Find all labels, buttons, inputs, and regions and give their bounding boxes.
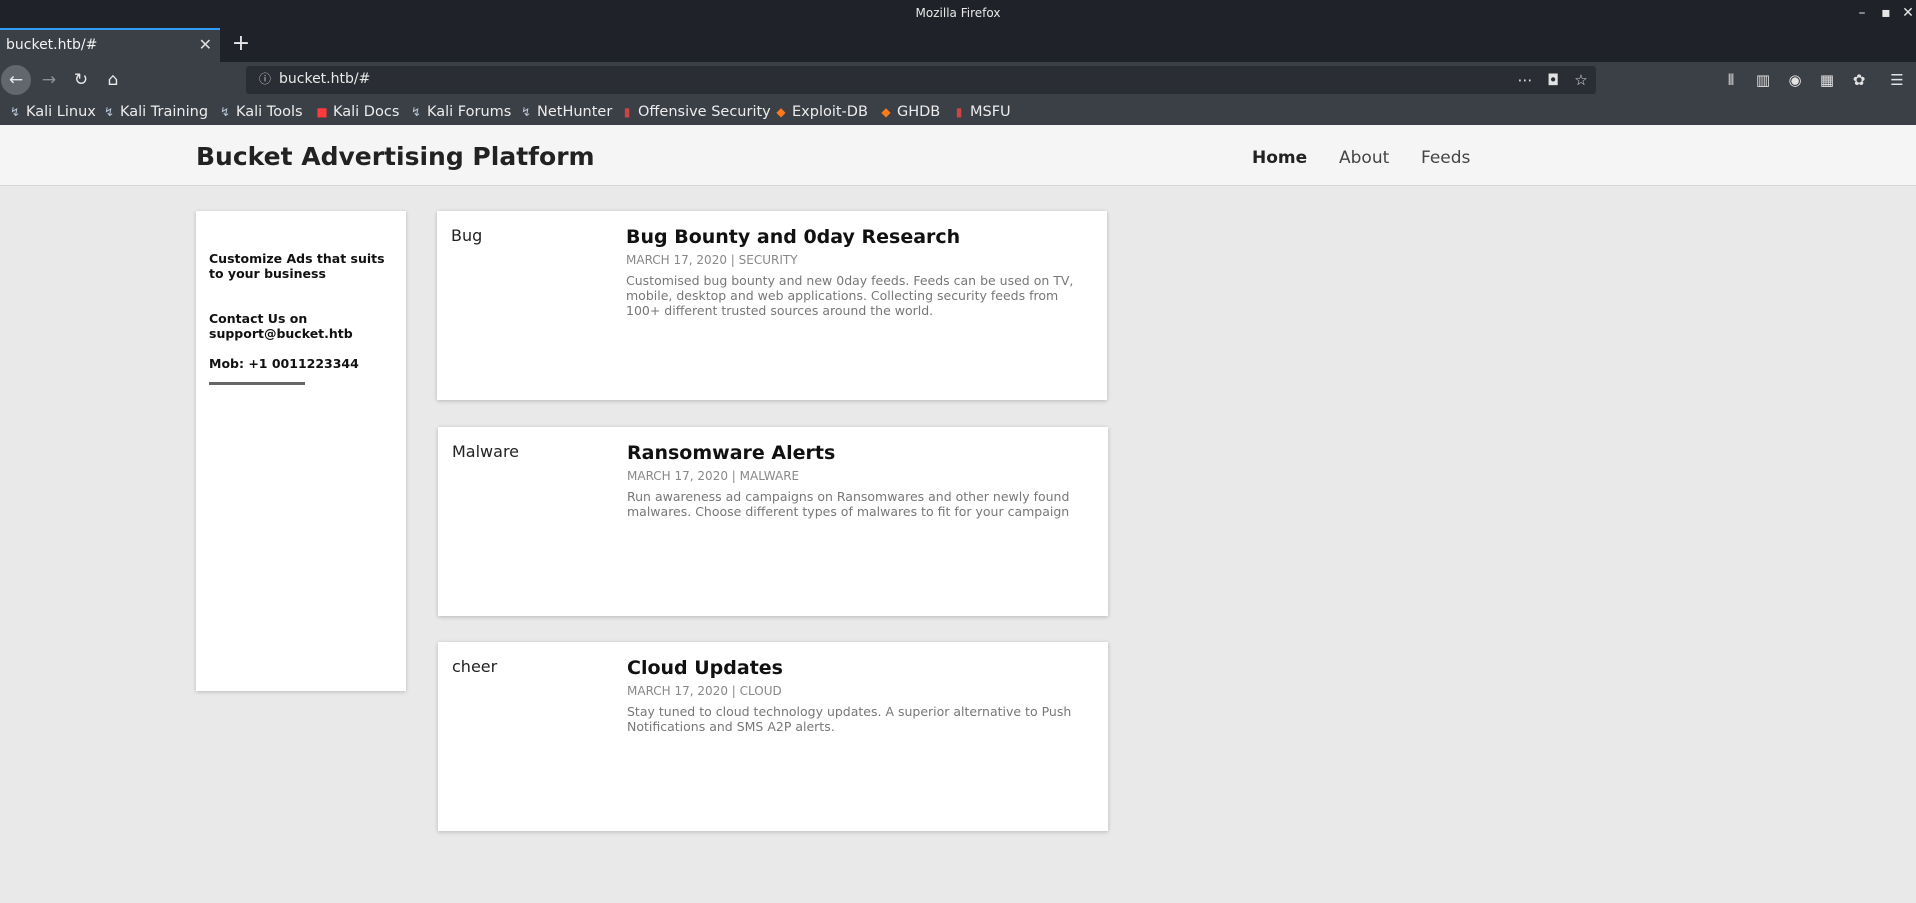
sidebar-card: Customize Ads that suits to your busines… [196, 211, 406, 691]
maximize-icon[interactable]: ▪ [1876, 3, 1896, 23]
back-arrow-icon[interactable]: ← [1, 65, 31, 95]
feed-category: Malware [452, 442, 520, 461]
feed-title[interactable]: Bug Bounty and 0day Research [626, 226, 960, 248]
msfu-icon: ▮ [955, 105, 963, 119]
kali-dragon-icon: ↯ [410, 105, 422, 119]
bookmark-nethunter[interactable]: ↯ NetHunter [519, 102, 612, 122]
page-viewport: Bucket Advertising Platform Home About F… [0, 125, 1916, 903]
tab-strip: bucket.htb/# ✕ + [0, 26, 1916, 62]
ghdb-icon: ◆ [881, 105, 891, 119]
site-info-icon[interactable]: ⓘ [256, 70, 274, 88]
bookmark-kali-forums[interactable]: ↯ Kali Forums [409, 102, 511, 122]
sidebar-tagline: Customize Ads that suits to your busines… [209, 251, 385, 281]
tab-active[interactable]: bucket.htb/# ✕ [0, 28, 220, 62]
feed-title[interactable]: Cloud Updates [627, 657, 783, 679]
bookmark-exploit-db[interactable]: ◆ Exploit-DB [774, 102, 868, 122]
close-tab-icon[interactable]: ✕ [199, 35, 212, 54]
feed-description: Stay tuned to cloud technology updates. … [627, 704, 1072, 734]
forward-arrow-icon[interactable]: → [34, 65, 64, 95]
address-bar[interactable]: ⓘ bucket.htb/# ⋯ ◘ ☆ [246, 66, 1596, 94]
bookmark-kali-training[interactable]: ↯ Kali Training [102, 102, 208, 122]
nethunter-icon: ↯ [520, 105, 532, 119]
address-input[interactable]: bucket.htb/# [279, 71, 370, 87]
kali-dragon-icon: ↯ [9, 105, 21, 119]
library-icon[interactable]: ⫴ [1718, 67, 1744, 93]
bookmark-offensive-security[interactable]: ▮ Offensive Security [620, 102, 771, 122]
nav-about-link[interactable]: About [1339, 148, 1389, 168]
site-header: Bucket Advertising Platform Home About F… [0, 125, 1916, 186]
bookmark-msfu[interactable]: ▮ MSFU [952, 102, 1011, 122]
close-window-icon[interactable]: ✕ [1898, 3, 1916, 23]
offsec-icon: ▮ [623, 105, 631, 119]
bookmarks-toolbar: ↯ Kali Linux ↯ Kali Training ↯ Kali Tools ■… [0, 98, 1916, 125]
feed-title[interactable]: Ransomware Alerts [627, 442, 835, 464]
feed-meta: MARCH 17, 2020 | CLOUD [627, 684, 782, 698]
bookmark-ghdb[interactable]: ◆ GHDB [879, 102, 940, 122]
window-title: Mozilla Firefox [915, 6, 1001, 20]
account-icon[interactable]: ◉ [1782, 67, 1808, 93]
qr-code-icon[interactable]: ▦ [1814, 67, 1840, 93]
feed-card[interactable]: Bug Bug Bounty and 0day Research MARCH 1… [437, 211, 1107, 400]
extension-icon[interactable]: ✿ [1846, 67, 1872, 93]
sidebar-contact: Contact Us on support@bucket.htb [209, 311, 353, 341]
nav-home-link[interactable]: Home [1252, 148, 1307, 168]
sidebar-toggle-icon[interactable]: ▥ [1750, 67, 1776, 93]
bookmark-kali-tools[interactable]: ↯ Kali Tools [218, 102, 303, 122]
pocket-icon[interactable]: ◘ [1542, 69, 1564, 91]
page-actions-icon[interactable]: ⋯ [1514, 69, 1536, 91]
navigation-toolbar: ← → ↻ ⌂ ⓘ bucket.htb/# ⋯ ◘ ☆ ⫴ ▥ ◉ ▦ ✿ ☰ [0, 62, 1916, 98]
feed-description: Run awareness ad campaigns on Ransomware… [627, 489, 1070, 519]
kali-dragon-icon: ↯ [219, 105, 231, 119]
window-titlebar: Mozilla Firefox – ▪ ✕ [0, 0, 1916, 26]
nav-feeds-link[interactable]: Feeds [1421, 148, 1470, 168]
red-doc-icon: ■ [316, 105, 328, 119]
bookmark-kali-docs[interactable]: ■ Kali Docs [315, 102, 399, 122]
feed-category: Bug [451, 226, 483, 245]
feed-description: Customised bug bounty and new 0day feeds… [626, 273, 1074, 318]
feed-card[interactable]: cheer Cloud Updates MARCH 17, 2020 | CLO… [438, 642, 1108, 831]
feed-card[interactable]: Malware Ransomware Alerts MARCH 17, 2020… [438, 427, 1108, 616]
bookmark-kali-linux[interactable]: ↯ Kali Linux [8, 102, 96, 122]
hamburger-menu-icon[interactable]: ☰ [1884, 67, 1910, 93]
home-icon[interactable]: ⌂ [98, 65, 128, 95]
tab-label: bucket.htb/# [6, 37, 98, 53]
new-tab-button[interactable]: + [226, 30, 256, 60]
sidebar-mobile: Mob: +1 0011223344 [209, 356, 359, 371]
site-title[interactable]: Bucket Advertising Platform [196, 142, 595, 171]
feed-category: cheer [452, 657, 498, 676]
reload-icon[interactable]: ↻ [66, 65, 96, 95]
feed-meta: MARCH 17, 2020 | MALWARE [627, 469, 800, 483]
bookmark-star-icon[interactable]: ☆ [1570, 69, 1592, 91]
kali-dragon-icon: ↯ [103, 105, 115, 119]
feed-meta: MARCH 17, 2020 | SECURITY [626, 253, 798, 267]
sidebar-divider [209, 382, 305, 385]
exploitdb-icon: ◆ [776, 105, 786, 119]
minimize-icon[interactable]: – [1852, 3, 1872, 23]
